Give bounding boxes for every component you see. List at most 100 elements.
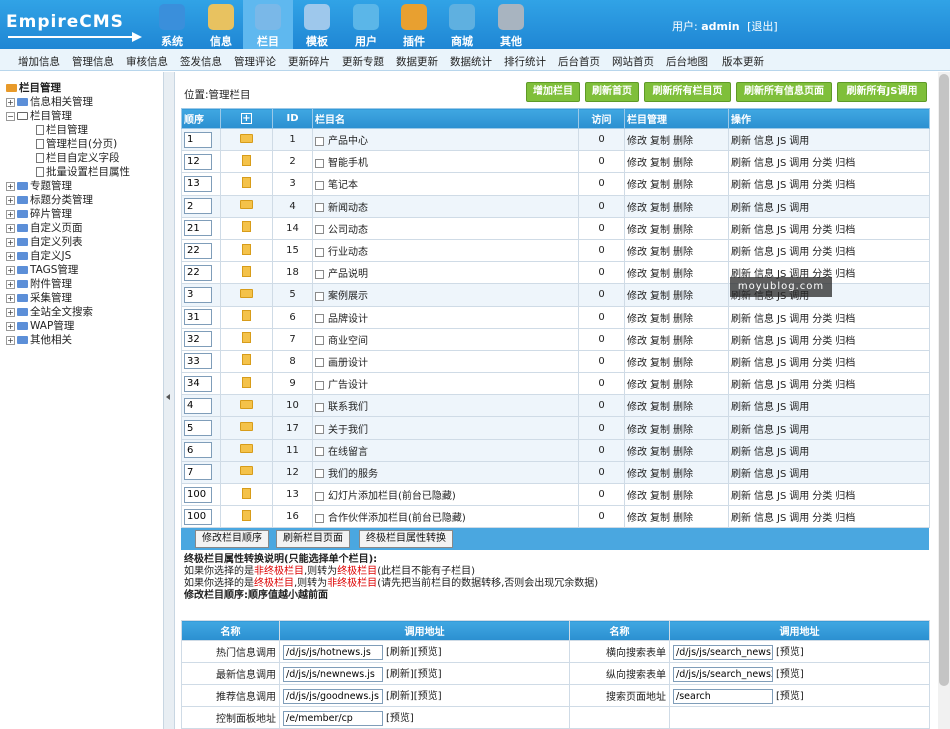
category-name-link[interactable]: 商业空间 [328,336,368,347]
manage-link[interactable]: 复制 [650,225,670,236]
sidebar-splitter[interactable] [163,72,175,729]
expand-all-icon[interactable]: + [241,113,252,124]
op-link[interactable]: 调用 [789,247,809,258]
collapse-arrow-icon[interactable] [166,394,170,400]
bottom-action-button[interactable]: 刷新栏目页面 [276,530,350,548]
tree-item[interactable]: 批量设置栏目属性 [36,164,130,179]
op-link[interactable]: 调用 [789,358,809,369]
js-url-input-2[interactable] [673,667,773,682]
order-input[interactable] [184,220,212,237]
menu-item[interactable]: 后台地图 [666,54,708,69]
category-name-link[interactable]: 画册设计 [328,358,368,369]
order-input[interactable] [184,442,212,459]
manage-link[interactable]: 删除 [673,380,693,391]
manage-link[interactable]: 修改 [627,180,647,191]
js-url-input[interactable] [283,689,383,704]
op-link[interactable]: 刷新 [731,314,751,325]
op-link[interactable]: 信息 [754,314,774,325]
menu-item[interactable]: 数据统计 [450,54,492,69]
order-input[interactable] [184,353,212,370]
top-action-button[interactable]: 增加栏目 [526,82,580,102]
manage-link[interactable]: 复制 [650,291,670,302]
order-input[interactable] [184,264,212,281]
js-action-links[interactable]: [刷新][预览] [386,691,442,702]
expand-icon[interactable]: + [6,307,15,317]
row-checkbox[interactable] [315,269,324,279]
manage-link[interactable]: 删除 [673,513,693,524]
manage-link[interactable]: 修改 [627,380,647,391]
category-name-link[interactable]: 产品中心 [328,136,368,147]
order-input[interactable] [184,242,212,259]
nav-tab-template[interactable]: 模板 [292,0,342,49]
op-link[interactable]: 刷新 [731,447,751,458]
expand-icon[interactable]: + [6,279,15,289]
op-link[interactable]: JS [777,158,786,169]
op-link[interactable]: 调用 [789,158,809,169]
order-input[interactable] [184,508,212,525]
manage-link[interactable]: 修改 [627,203,647,214]
tree-item[interactable]: + 自定义JS [6,248,71,263]
expand-icon[interactable]: + [6,181,15,191]
op-link[interactable]: 刷新 [731,225,751,236]
op-link[interactable]: JS [777,491,786,502]
row-checkbox[interactable] [315,314,324,324]
tree-item[interactable]: + 自定义列表 [6,234,83,249]
manage-link[interactable]: 修改 [627,358,647,369]
order-input[interactable] [184,486,212,503]
op-link[interactable]: 刷新 [731,203,751,214]
op-link[interactable]: 归档 [835,491,855,502]
row-checkbox[interactable] [315,247,324,257]
js-action-links[interactable]: [刷新][预览] [386,647,442,658]
manage-link[interactable]: 修改 [627,513,647,524]
manage-link[interactable]: 删除 [673,158,693,169]
op-link[interactable]: 刷新 [731,491,751,502]
op-link[interactable]: 归档 [835,314,855,325]
tree-item[interactable]: 管理栏目(分页) [36,136,117,151]
menu-item[interactable]: 后台首页 [558,54,600,69]
op-link[interactable]: 调用 [789,136,809,147]
manage-link[interactable]: 修改 [627,336,647,347]
manage-link[interactable]: 修改 [627,491,647,502]
op-link[interactable]: 调用 [789,180,809,191]
manage-link[interactable]: 复制 [650,203,670,214]
category-name-link[interactable]: 品牌设计 [328,314,368,325]
op-link[interactable]: JS [777,225,786,236]
manage-link[interactable]: 删除 [673,402,693,413]
js-url-input[interactable] [283,711,383,726]
op-link[interactable]: 调用 [789,314,809,325]
js-url-input[interactable] [283,667,383,682]
tree-item[interactable]: − 栏目管理 [6,108,72,123]
op-link[interactable]: 刷新 [731,180,751,191]
op-link[interactable]: 分类 [812,225,832,236]
js-action-links-2[interactable]: [预览] [776,647,804,658]
top-action-button[interactable]: 刷新所有栏目页 [644,82,731,102]
manage-link[interactable]: 删除 [673,180,693,191]
row-checkbox[interactable] [315,180,324,190]
menu-item[interactable]: 管理评论 [234,54,276,69]
manage-link[interactable]: 修改 [627,158,647,169]
order-input[interactable] [184,397,212,414]
op-link[interactable]: 信息 [754,225,774,236]
menu-item[interactable]: 更新专题 [342,54,384,69]
row-checkbox[interactable] [315,336,324,346]
js-action-links-2[interactable]: [预览] [776,691,804,702]
op-link[interactable]: 归档 [835,158,855,169]
category-name-link[interactable]: 笔记本 [328,180,358,191]
row-checkbox[interactable] [315,358,324,368]
js-action-links-2[interactable]: [预览] [776,669,804,680]
manage-link[interactable]: 修改 [627,469,647,480]
manage-link[interactable]: 删除 [673,136,693,147]
row-checkbox[interactable] [315,425,324,435]
op-link[interactable]: JS [777,247,786,258]
category-name-link[interactable]: 公司动态 [328,225,368,236]
op-link[interactable]: JS [777,469,786,480]
op-link[interactable]: 调用 [789,491,809,502]
manage-link[interactable]: 删除 [673,314,693,325]
op-link[interactable]: 调用 [789,447,809,458]
manage-link[interactable]: 复制 [650,136,670,147]
expand-icon[interactable]: + [6,195,15,205]
tree-root[interactable]: 栏目管理 [6,80,61,95]
expand-icon[interactable]: + [6,265,15,275]
expand-icon[interactable]: + [6,237,15,247]
nav-tab-gear[interactable]: 其他 [486,0,536,49]
